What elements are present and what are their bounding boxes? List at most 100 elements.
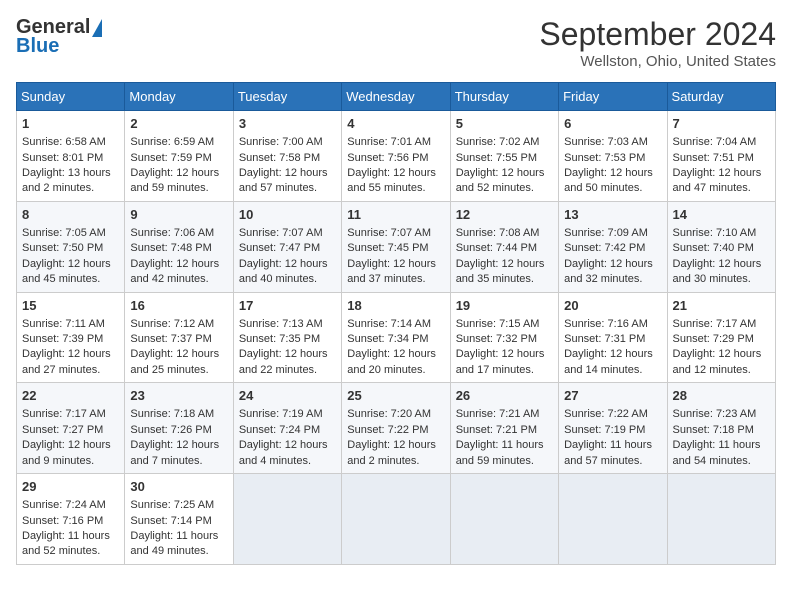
- sunrise-text: Sunrise: 7:00 AM: [239, 136, 323, 148]
- day-number: 4: [347, 115, 444, 133]
- daylight-text: Daylight: 12 hours and 12 minutes.: [673, 348, 762, 375]
- day-header-wednesday: Wednesday: [342, 83, 450, 111]
- day-number: 21: [673, 297, 770, 315]
- day-number: 23: [130, 387, 227, 405]
- sunrise-text: Sunrise: 7:21 AM: [456, 408, 540, 420]
- page-header: General Blue September 2024 Wellston, Oh…: [16, 16, 776, 70]
- sunrise-text: Sunrise: 7:23 AM: [673, 408, 757, 420]
- calendar-row: 15Sunrise: 7:11 AMSunset: 7:39 PMDayligh…: [17, 292, 776, 383]
- day-number: 24: [239, 387, 336, 405]
- day-number: 27: [564, 387, 661, 405]
- calendar-cell: 26Sunrise: 7:21 AMSunset: 7:21 PMDayligh…: [450, 383, 558, 474]
- logo-triangle-icon: [92, 19, 102, 37]
- sunrise-text: Sunrise: 7:05 AM: [22, 227, 106, 239]
- calendar-cell: 7Sunrise: 7:04 AMSunset: 7:51 PMDaylight…: [667, 111, 775, 202]
- day-number: 20: [564, 297, 661, 315]
- calendar-cell: 9Sunrise: 7:06 AMSunset: 7:48 PMDaylight…: [125, 201, 233, 292]
- calendar-row: 8Sunrise: 7:05 AMSunset: 7:50 PMDaylight…: [17, 201, 776, 292]
- daylight-text: Daylight: 11 hours and 57 minutes.: [564, 439, 652, 466]
- day-header-saturday: Saturday: [667, 83, 775, 111]
- calendar-cell: 10 Sunrise: 7:07 AM Sunset: 7:47 PM Dayligh…: [233, 201, 341, 292]
- day-header-friday: Friday: [559, 83, 667, 111]
- day-number: 18: [347, 297, 444, 315]
- calendar-cell: 21Sunrise: 7:17 AMSunset: 7:29 PMDayligh…: [667, 292, 775, 383]
- sunset-text: Sunset: 7:34 PM: [347, 333, 428, 345]
- day-number: 22: [22, 387, 119, 405]
- calendar-cell: 22Sunrise: 7:17 AMSunset: 7:27 PMDayligh…: [17, 383, 125, 474]
- daylight-text: Daylight: 12 hours and 52 minutes.: [456, 167, 545, 194]
- calendar-title: September 2024: [539, 16, 776, 53]
- day-number: 12: [456, 206, 553, 224]
- day-header-monday: Monday: [125, 83, 233, 111]
- sunset-text: Sunset: 8:01 PM: [22, 152, 103, 164]
- calendar-cell: [450, 474, 558, 565]
- sunset-text: Sunset: 7:39 PM: [22, 333, 103, 345]
- daylight-text: Daylight: 12 hours and 30 minutes.: [673, 258, 762, 285]
- daylight-text: Daylight: 12 hours and 2 minutes.: [347, 439, 436, 466]
- daylight-text: Daylight: 12 hours and 55 minutes.: [347, 167, 436, 194]
- sunset-text: Sunset: 7:18 PM: [673, 424, 754, 436]
- daylight-text: Daylight: 11 hours and 54 minutes.: [673, 439, 761, 466]
- sunset-text: Sunset: 7:56 PM: [347, 152, 428, 164]
- sunset-text: Sunset: 7:16 PM: [22, 515, 103, 527]
- daylight-text: Daylight: 12 hours and 37 minutes.: [347, 258, 436, 285]
- calendar-subtitle: Wellston, Ohio, United States: [539, 53, 776, 70]
- day-header-tuesday: Tuesday: [233, 83, 341, 111]
- sunrise-text: Sunrise: 7:04 AM: [673, 136, 757, 148]
- sunset-text: Sunset: 7:48 PM: [130, 242, 211, 254]
- logo: General Blue: [16, 16, 102, 58]
- daylight-text: Daylight: 12 hours and 40 minutes.: [239, 258, 328, 285]
- daylight-text: Daylight: 11 hours and 59 minutes.: [456, 439, 544, 466]
- day-number: 1: [22, 115, 119, 133]
- day-number: 17: [239, 297, 336, 315]
- sunset-text: Sunset: 7:51 PM: [673, 152, 754, 164]
- daylight-text: Daylight: 12 hours and 50 minutes.: [564, 167, 653, 194]
- daylight-text: Daylight: 12 hours and 59 minutes.: [130, 167, 219, 194]
- sunset-text: Sunset: 7:31 PM: [564, 333, 645, 345]
- day-number: 2: [130, 115, 227, 133]
- daylight-text: Daylight: 12 hours and 47 minutes.: [673, 167, 762, 194]
- sunset-text: Sunset: 7:19 PM: [564, 424, 645, 436]
- day-header-thursday: Thursday: [450, 83, 558, 111]
- sunrise-text: Sunrise: 7:08 AM: [456, 227, 540, 239]
- sunset-text: Sunset: 7:27 PM: [22, 424, 103, 436]
- day-number: 9: [130, 206, 227, 224]
- day-number: 10: [239, 206, 336, 224]
- calendar-cell: 8Sunrise: 7:05 AMSunset: 7:50 PMDaylight…: [17, 201, 125, 292]
- day-number: 26: [456, 387, 553, 405]
- day-number: 28: [673, 387, 770, 405]
- daylight-text: Daylight: 12 hours and 57 minutes.: [239, 167, 328, 194]
- sunset-text: Sunset: 7:55 PM: [456, 152, 537, 164]
- calendar-cell: 12Sunrise: 7:08 AMSunset: 7:44 PMDayligh…: [450, 201, 558, 292]
- calendar-cell: 2Sunrise: 6:59 AMSunset: 7:59 PMDaylight…: [125, 111, 233, 202]
- daylight-text: Daylight: 12 hours and 35 minutes.: [456, 258, 545, 285]
- day-number: 14: [673, 206, 770, 224]
- calendar-cell: 13Sunrise: 7:09 AMSunset: 7:42 PMDayligh…: [559, 201, 667, 292]
- calendar-cell: 18Sunrise: 7:14 AMSunset: 7:34 PMDayligh…: [342, 292, 450, 383]
- daylight-text: Daylight: 12 hours and 27 minutes.: [22, 348, 111, 375]
- sunset-text: Sunset: 7:45 PM: [347, 242, 428, 254]
- calendar-cell: 3Sunrise: 7:00 AMSunset: 7:58 PMDaylight…: [233, 111, 341, 202]
- day-number: 11: [347, 206, 444, 224]
- sunrise-text: Sunrise: 7:20 AM: [347, 408, 431, 420]
- sunset-text: Sunset: 7:35 PM: [239, 333, 320, 345]
- sunrise-text: Sunrise: 7:01 AM: [347, 136, 431, 148]
- daylight-text: Daylight: 12 hours and 7 minutes.: [130, 439, 219, 466]
- daylight-text: Daylight: 12 hours and 9 minutes.: [22, 439, 111, 466]
- daylight-text: Daylight: 11 hours and 52 minutes.: [22, 530, 110, 557]
- sunrise-text: Sunrise: 7:13 AM: [239, 318, 323, 330]
- calendar-cell: 29Sunrise: 7:24 AMSunset: 7:16 PMDayligh…: [17, 474, 125, 565]
- calendar-table: SundayMondayTuesdayWednesdayThursdayFrid…: [16, 82, 776, 565]
- day-number: 16: [130, 297, 227, 315]
- calendar-cell: [233, 474, 341, 565]
- day-number: 15: [22, 297, 119, 315]
- sunset-text: Sunset: 7:47 PM: [239, 242, 320, 254]
- sunrise-text: Sunrise: 7:18 AM: [130, 408, 214, 420]
- sunrise-text: Sunrise: 7:19 AM: [239, 408, 323, 420]
- sunrise-text: Sunrise: 7:07 AM: [239, 227, 323, 239]
- calendar-row: 29Sunrise: 7:24 AMSunset: 7:16 PMDayligh…: [17, 474, 776, 565]
- calendar-cell: 24Sunrise: 7:19 AMSunset: 7:24 PMDayligh…: [233, 383, 341, 474]
- sunrise-text: Sunrise: 7:09 AM: [564, 227, 648, 239]
- title-block: September 2024 Wellston, Ohio, United St…: [539, 16, 776, 70]
- sunset-text: Sunset: 7:58 PM: [239, 152, 320, 164]
